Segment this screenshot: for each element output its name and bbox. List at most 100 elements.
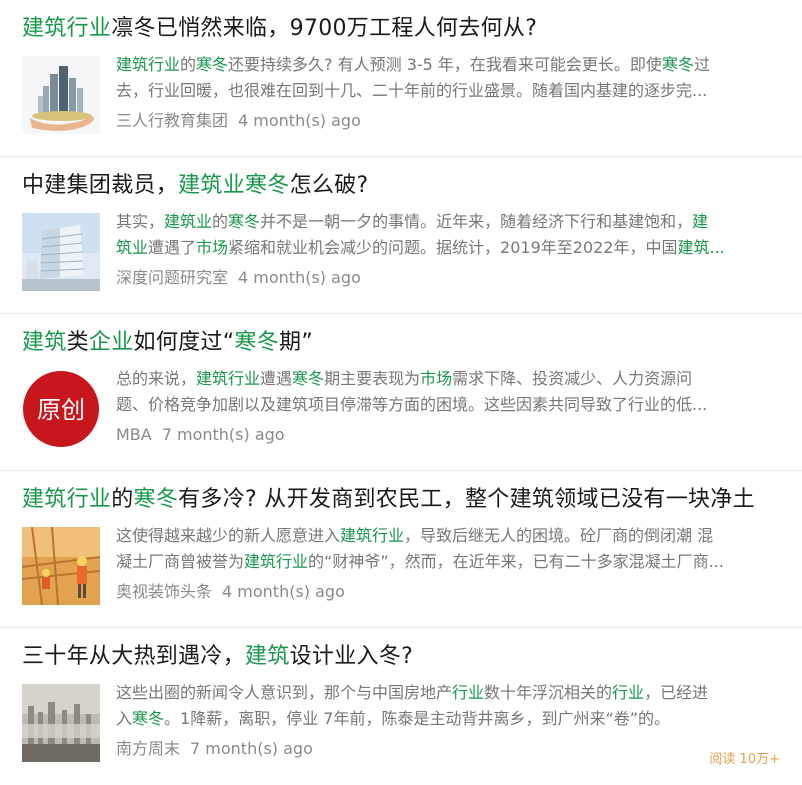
snippet-line: 其实，建筑业的寒冬并不是一朝一夕的事情。近年来，随着经济下行和基建饱和，建	[116, 209, 766, 235]
snippet-line: 这使得越来越少的新人愿意进入建筑行业，导致后继无人的困境。砼厂商的倒闭潮 混	[116, 523, 766, 549]
title-text: 如何度过“	[133, 330, 235, 355]
result-title[interactable]: 中建集团裁员，建筑业寒冬怎么破?	[22, 171, 369, 201]
title-text: 类	[66, 330, 89, 355]
snippet-text: 并不是一朝一夕的事情。近年来，随着经济下行和基建饱和，	[260, 212, 693, 231]
title-text: 设计业入冬?	[289, 644, 414, 669]
snippet-highlight: 市场	[420, 369, 453, 388]
office-building-image	[22, 213, 100, 291]
snippet-text: 总的来说，	[116, 369, 197, 388]
result-title[interactable]: 建筑类企业如何度过“寒冬期”	[22, 328, 313, 358]
snippet-line: 去，行业回暖，也很难在回到十几、二十年前的行业盛景。随着国内基建的逐步完...	[116, 78, 766, 104]
result-meta: 深度问题研究室 4 month(s) ago	[116, 267, 361, 289]
title-highlight: 建筑	[245, 644, 290, 669]
snippet-highlight: 寒冬	[228, 212, 261, 231]
snippet-text: 。1降薪，离职，停业 7年前，陈泰是主动背井离乡，到广州来“卷”的。	[164, 709, 671, 728]
title-text: 的	[111, 487, 134, 512]
source-name[interactable]: MBA	[116, 425, 152, 444]
source-name[interactable]: 奥视装饰头条	[116, 582, 212, 601]
title-highlight: 企业	[88, 330, 134, 355]
result-thumbnail[interactable]	[22, 527, 100, 605]
title-highlight: 寒冬	[234, 330, 280, 355]
title-text: 期”	[279, 330, 314, 355]
result-meta: 三人行教育集团 4 month(s) ago	[116, 110, 361, 132]
snippet-highlight: 行业	[612, 683, 645, 702]
result-title[interactable]: 建筑行业的寒冬有多冷? 从开发商到农民工，整个建筑领域已没有一块净土	[22, 485, 755, 515]
title-text: 凛冬已悄然来临，9700万工程人何去何从?	[111, 16, 538, 41]
title-text: 怎么破?	[289, 173, 369, 198]
snippet-text: 期主要表现为	[324, 369, 421, 388]
post-time: 7 month(s) ago	[190, 739, 313, 758]
title-highlight: 建筑行业	[22, 16, 112, 41]
title-highlight: 寒冬	[133, 487, 179, 512]
snippet-text: 需求下降、投资减少、人力资源问	[452, 369, 693, 388]
source-name[interactable]: 深度问题研究室	[116, 268, 228, 287]
result-snippet: 总的来说，建筑行业遭遇寒冬期主要表现为市场需求下降、投资减少、人力资源问 题、价…	[116, 366, 766, 418]
search-results-feed: 建筑行业凛冬已悄然来临，9700万工程人何去何从? 建筑行业的寒冬还要持续多久?…	[0, 0, 802, 785]
snippet-text: 其实，	[116, 212, 165, 231]
foggy-city-image	[22, 684, 100, 762]
snippet-text: 这使得越来越少的新人愿意进入	[116, 526, 341, 545]
result-title[interactable]: 建筑行业凛冬已悄然来临，9700万工程人何去何从?	[22, 14, 537, 44]
result-meta: 南方周末 7 month(s) ago	[116, 738, 313, 760]
snippet-highlight: 寒冬	[661, 55, 694, 74]
result-card[interactable]: 建筑行业凛冬已悄然来临，9700万工程人何去何从? 建筑行业的寒冬还要持续多久?…	[0, 0, 802, 157]
result-snippet: 其实，建筑业的寒冬并不是一朝一夕的事情。近年来，随着经济下行和基建饱和，建 筑业…	[116, 209, 766, 261]
snippet-highlight: 建筑行业	[196, 369, 261, 388]
result-thumbnail[interactable]	[22, 213, 100, 291]
result-snippet: 这些出圈的新闻令人意识到，那个与中国房地产行业数十年浮沉相关的行业，已经进 入寒…	[116, 680, 766, 732]
snippet-line: 入寒冬。1降薪，离职，停业 7年前，陈泰是主动背井离乡，到广州来“卷”的。	[116, 706, 766, 732]
construction-worker-image	[22, 527, 100, 605]
result-card[interactable]: 中建集团裁员，建筑业寒冬怎么破? 其实，建筑业的寒冬并不是一朝一夕的事情。近年来…	[0, 157, 802, 314]
snippet-line: 凝土厂商曾被誉为建筑行业的“财神爷”，然而，在近年来，已有二十多家混凝土厂商..…	[116, 549, 766, 575]
snippet-text: 题、价格竞争加剧以及建筑项目停滞等方面的困境。这些因素共同导致了行业的低...	[116, 395, 708, 414]
snippet-line: 建筑行业的寒冬还要持续多久? 有人预测 3-5 年，在我看来可能会更长。即使寒冬…	[116, 52, 766, 78]
snippet-text: 入	[116, 709, 133, 728]
snippet-text: 去，行业回暖，也很难在回到十几、二十年前的行业盛景。随着国内基建的逐步完...	[116, 81, 708, 100]
snippet-highlight: 市场	[196, 238, 229, 257]
title-text: 有多冷? 从开发商到农民工，整个建筑领域已没有一块净土	[178, 487, 755, 512]
badge-text: 原创	[37, 396, 85, 424]
source-name[interactable]: 南方周末	[116, 739, 180, 758]
result-snippet: 这使得越来越少的新人愿意进入建筑行业，导致后继无人的困境。砼厂商的倒闭潮 混 凝…	[116, 523, 766, 575]
snippet-highlight: 寒冬	[196, 55, 229, 74]
source-name[interactable]: 三人行教育集团	[116, 111, 228, 130]
result-card[interactable]: 三十年从大热到遇冷，建筑设计业入冬? 这些出圈的新闻令人意识到，那个与中国房地产	[0, 628, 802, 785]
snippet-line: 题、价格竞争加剧以及建筑项目停滞等方面的困境。这些因素共同导致了行业的低...	[116, 392, 766, 418]
snippet-line: 总的来说，建筑行业遭遇寒冬期主要表现为市场需求下降、投资减少、人力资源问	[116, 366, 766, 392]
title-text: 中建集团裁员，	[22, 173, 179, 198]
snippet-highlight: 筑业	[116, 238, 149, 257]
snippet-text: 凝土厂商曾被誉为	[116, 552, 245, 571]
snippet-text: 这些出圈的新闻令人意识到，那个与中国房地产	[116, 683, 453, 702]
snippet-line: 这些出圈的新闻令人意识到，那个与中国房地产行业数十年浮沉相关的行业，已经进	[116, 680, 766, 706]
snippet-text: 的“财神爷”，然而，在近年来，已有二十多家混凝土厂商...	[308, 552, 724, 571]
title-highlight: 建筑业寒冬	[178, 173, 290, 198]
result-thumbnail[interactable]: 原创	[22, 370, 100, 448]
result-thumbnail[interactable]	[22, 56, 100, 134]
snippet-highlight: 建筑...	[677, 238, 725, 257]
read-count: 阅读 10万+	[709, 752, 780, 767]
snippet-text: 数十年浮沉相关的	[484, 683, 613, 702]
snippet-highlight: 建筑行业	[244, 552, 309, 571]
snippet-text: ，已经进	[644, 683, 709, 702]
snippet-highlight: 寒冬	[132, 709, 165, 728]
snippet-highlight: 寒冬	[292, 369, 325, 388]
post-time: 4 month(s) ago	[238, 268, 361, 287]
snippet-text: 的	[180, 55, 197, 74]
snippet-text: 过	[693, 55, 710, 74]
result-title[interactable]: 三十年从大热到遇冷，建筑设计业入冬?	[22, 642, 413, 672]
post-time: 4 month(s) ago	[222, 582, 345, 601]
snippet-line: 筑业遭遇了市场紧缩和就业机会减少的问题。据统计，2019年至2022年，中国建筑…	[116, 235, 766, 261]
result-thumbnail[interactable]	[22, 684, 100, 762]
result-card[interactable]: 建筑类企业如何度过“寒冬期” 原创 总的来说，建筑行业遭遇寒冬期主要表现为市场需…	[0, 314, 802, 471]
result-snippet: 建筑行业的寒冬还要持续多久? 有人预测 3-5 年，在我看来可能会更长。即使寒冬…	[116, 52, 766, 104]
result-card[interactable]: 建筑行业的寒冬有多冷? 从开发商到农民工，整个建筑领域已没有一块净土 这使得越来…	[0, 471, 802, 628]
snippet-text: 还要持续多久? 有人预测 3-5 年，在我看来可能会更长。即使	[228, 55, 662, 74]
snippet-text: 的	[212, 212, 229, 231]
snippet-highlight: 建筑业	[164, 212, 213, 231]
original-badge-image: 原创	[23, 371, 99, 447]
result-meta: MBA 7 month(s) ago	[116, 424, 285, 446]
title-text: 三十年从大热到遇冷，	[22, 644, 246, 669]
snippet-text: 遭遇	[260, 369, 293, 388]
title-highlight: 建筑行业	[22, 487, 112, 512]
snippet-highlight: 建	[692, 212, 709, 231]
